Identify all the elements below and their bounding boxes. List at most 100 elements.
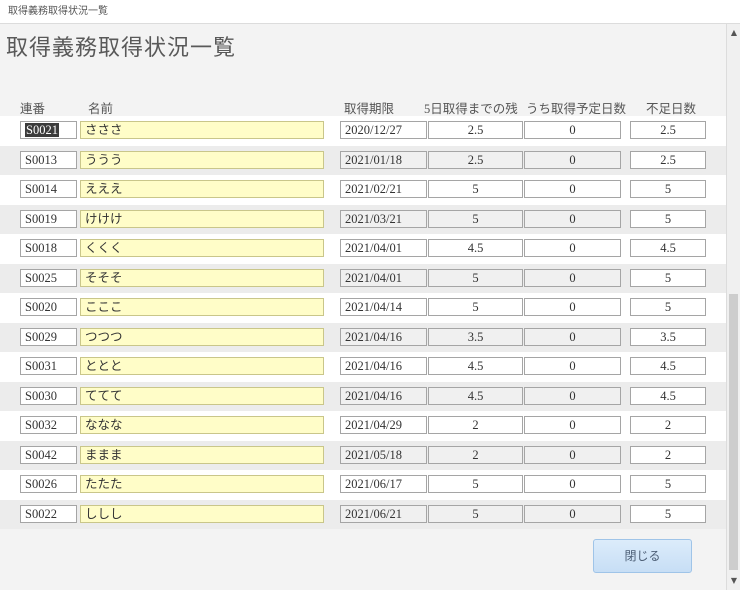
deadline-field[interactable]: 2021/06/21 bbox=[340, 504, 427, 523]
shortage-days-field[interactable]: 5 bbox=[630, 180, 706, 198]
shortage-days-field[interactable]: 4.5 bbox=[630, 239, 706, 257]
id-field[interactable]: S0013 bbox=[20, 150, 77, 169]
deadline-field[interactable]: 2021/06/17 bbox=[340, 475, 427, 493]
name-field[interactable]: ままま bbox=[80, 445, 324, 464]
name-field[interactable]: けけけ bbox=[80, 209, 324, 228]
deadline-field[interactable]: 2021/03/21 bbox=[340, 209, 427, 228]
planned-days-field[interactable]: 0 bbox=[524, 239, 621, 257]
remaining-days-field[interactable]: 5 bbox=[428, 268, 523, 287]
planned-days-field[interactable]: 0 bbox=[524, 475, 621, 493]
remaining-days-field[interactable]: 5 bbox=[428, 180, 523, 198]
id-field[interactable]: S0029 bbox=[20, 327, 77, 346]
scroll-up-arrow-icon[interactable]: ▲ bbox=[728, 26, 740, 40]
planned-days-field[interactable]: 0 bbox=[524, 180, 621, 198]
shortage-days-field[interactable]: 2 bbox=[630, 445, 706, 464]
shortage-days-field[interactable]: 2.5 bbox=[630, 150, 706, 169]
id-field[interactable]: S0030 bbox=[20, 386, 77, 405]
deadline-field[interactable]: 2021/04/29 bbox=[340, 416, 427, 434]
table-row: S0026 たたた 2021/06/17 5 0 5 bbox=[0, 470, 726, 500]
name-field[interactable]: くくく bbox=[80, 239, 324, 257]
planned-days-field[interactable]: 0 bbox=[524, 504, 621, 523]
id-field-value: S0020 bbox=[25, 300, 57, 314]
shortage-days-field[interactable]: 5 bbox=[630, 268, 706, 287]
deadline-field[interactable]: 2021/04/16 bbox=[340, 327, 427, 346]
planned-days-field[interactable]: 0 bbox=[524, 327, 621, 346]
shortage-days-field[interactable]: 4.5 bbox=[630, 386, 706, 405]
planned-days-field[interactable]: 0 bbox=[524, 209, 621, 228]
remaining-days-field[interactable]: 2.5 bbox=[428, 150, 523, 169]
planned-days-field[interactable]: 0 bbox=[524, 416, 621, 434]
planned-days-field[interactable]: 0 bbox=[524, 121, 621, 139]
name-field[interactable]: たたた bbox=[80, 475, 324, 493]
id-field[interactable]: S0025 bbox=[20, 268, 77, 287]
deadline-field[interactable]: 2021/02/21 bbox=[340, 180, 427, 198]
scroll-down-arrow-icon[interactable]: ▼ bbox=[728, 574, 740, 588]
id-field[interactable]: S0042 bbox=[20, 445, 77, 464]
remaining-days-field[interactable]: 2 bbox=[428, 445, 523, 464]
planned-days-field[interactable]: 0 bbox=[524, 268, 621, 287]
deadline-field[interactable]: 2021/04/14 bbox=[340, 298, 427, 316]
deadline-field[interactable]: 2021/04/16 bbox=[340, 386, 427, 405]
shortage-days-field[interactable]: 5 bbox=[630, 209, 706, 228]
id-field[interactable]: S0022 bbox=[20, 504, 77, 523]
name-field[interactable]: ととと bbox=[80, 357, 324, 375]
deadline-field[interactable]: 2021/01/18 bbox=[340, 150, 427, 169]
scrollbar-thumb[interactable] bbox=[729, 294, 738, 570]
remaining-days-field[interactable]: 4.5 bbox=[428, 386, 523, 405]
shortage-days-field[interactable]: 5 bbox=[630, 475, 706, 493]
remaining-days-field[interactable]: 5 bbox=[428, 209, 523, 228]
id-field[interactable]: S0026 bbox=[20, 475, 77, 493]
planned-days-field[interactable]: 0 bbox=[524, 150, 621, 169]
shortage-days-field-value: 5 bbox=[664, 477, 672, 491]
planned-days-field[interactable]: 0 bbox=[524, 357, 621, 375]
name-field[interactable]: ててて bbox=[80, 386, 324, 405]
remaining-days-field[interactable]: 5 bbox=[428, 504, 523, 523]
shortage-days-field[interactable]: 5 bbox=[630, 298, 706, 316]
name-field[interactable]: えええ bbox=[80, 180, 324, 198]
shortage-days-field[interactable]: 4.5 bbox=[630, 357, 706, 375]
shortage-days-field[interactable]: 2 bbox=[630, 416, 706, 434]
deadline-field[interactable]: 2021/04/01 bbox=[340, 239, 427, 257]
deadline-field[interactable]: 2020/12/27 bbox=[340, 121, 427, 139]
shortage-days-field[interactable]: 5 bbox=[630, 504, 706, 523]
vertical-scrollbar[interactable]: ▲ ▼ bbox=[726, 24, 740, 590]
id-field[interactable]: S0014 bbox=[20, 180, 77, 198]
id-field[interactable]: S0019 bbox=[20, 209, 77, 228]
planned-days-field[interactable]: 0 bbox=[524, 298, 621, 316]
remaining-days-field[interactable]: 4.5 bbox=[428, 357, 523, 375]
remaining-days-field[interactable]: 2.5 bbox=[428, 121, 523, 139]
id-field[interactable]: S0020 bbox=[20, 298, 77, 316]
planned-days-field-value: 0 bbox=[569, 211, 576, 226]
name-field[interactable]: ううう bbox=[80, 150, 324, 169]
close-button[interactable]: 閉じる bbox=[593, 539, 692, 573]
shortage-days-field[interactable]: 2.5 bbox=[630, 121, 706, 139]
table-row: S0025 そそそ 2021/04/01 5 0 5 bbox=[0, 263, 726, 293]
name-field[interactable]: つつつ bbox=[80, 327, 324, 346]
shortage-days-field-value: 5 bbox=[664, 506, 672, 521]
deadline-field[interactable]: 2021/04/16 bbox=[340, 357, 427, 375]
remaining-days-field[interactable]: 5 bbox=[428, 475, 523, 493]
column-header-name: 名前 bbox=[88, 102, 114, 116]
remaining-days-field[interactable]: 4.5 bbox=[428, 239, 523, 257]
name-field[interactable]: さささ bbox=[80, 121, 324, 139]
deadline-field-value: 2021/04/01 bbox=[345, 270, 402, 285]
deadline-field[interactable]: 2021/05/18 bbox=[340, 445, 427, 464]
id-field-value: S0019 bbox=[25, 211, 57, 226]
name-field[interactable]: そそそ bbox=[80, 268, 324, 287]
remaining-days-field[interactable]: 5 bbox=[428, 298, 523, 316]
remaining-days-field[interactable]: 3.5 bbox=[428, 327, 523, 346]
deadline-field[interactable]: 2021/04/01 bbox=[340, 268, 427, 287]
planned-days-field[interactable]: 0 bbox=[524, 445, 621, 464]
remaining-days-field[interactable]: 2 bbox=[428, 416, 523, 434]
id-field[interactable]: S0032 bbox=[20, 416, 77, 434]
remaining-days-field-value: 4.5 bbox=[467, 359, 484, 373]
id-field[interactable]: S0031 bbox=[20, 357, 77, 375]
name-field[interactable]: ななな bbox=[80, 416, 324, 434]
name-field[interactable]: こここ bbox=[80, 298, 324, 316]
id-field[interactable]: S0018 bbox=[20, 239, 77, 257]
planned-days-field[interactable]: 0 bbox=[524, 386, 621, 405]
shortage-days-field[interactable]: 3.5 bbox=[630, 327, 706, 346]
name-field[interactable]: ししし bbox=[80, 504, 324, 523]
id-field[interactable]: S0021 bbox=[20, 121, 77, 139]
table-row: S0018 くくく 2021/04/01 4.5 0 4.5 bbox=[0, 234, 726, 264]
